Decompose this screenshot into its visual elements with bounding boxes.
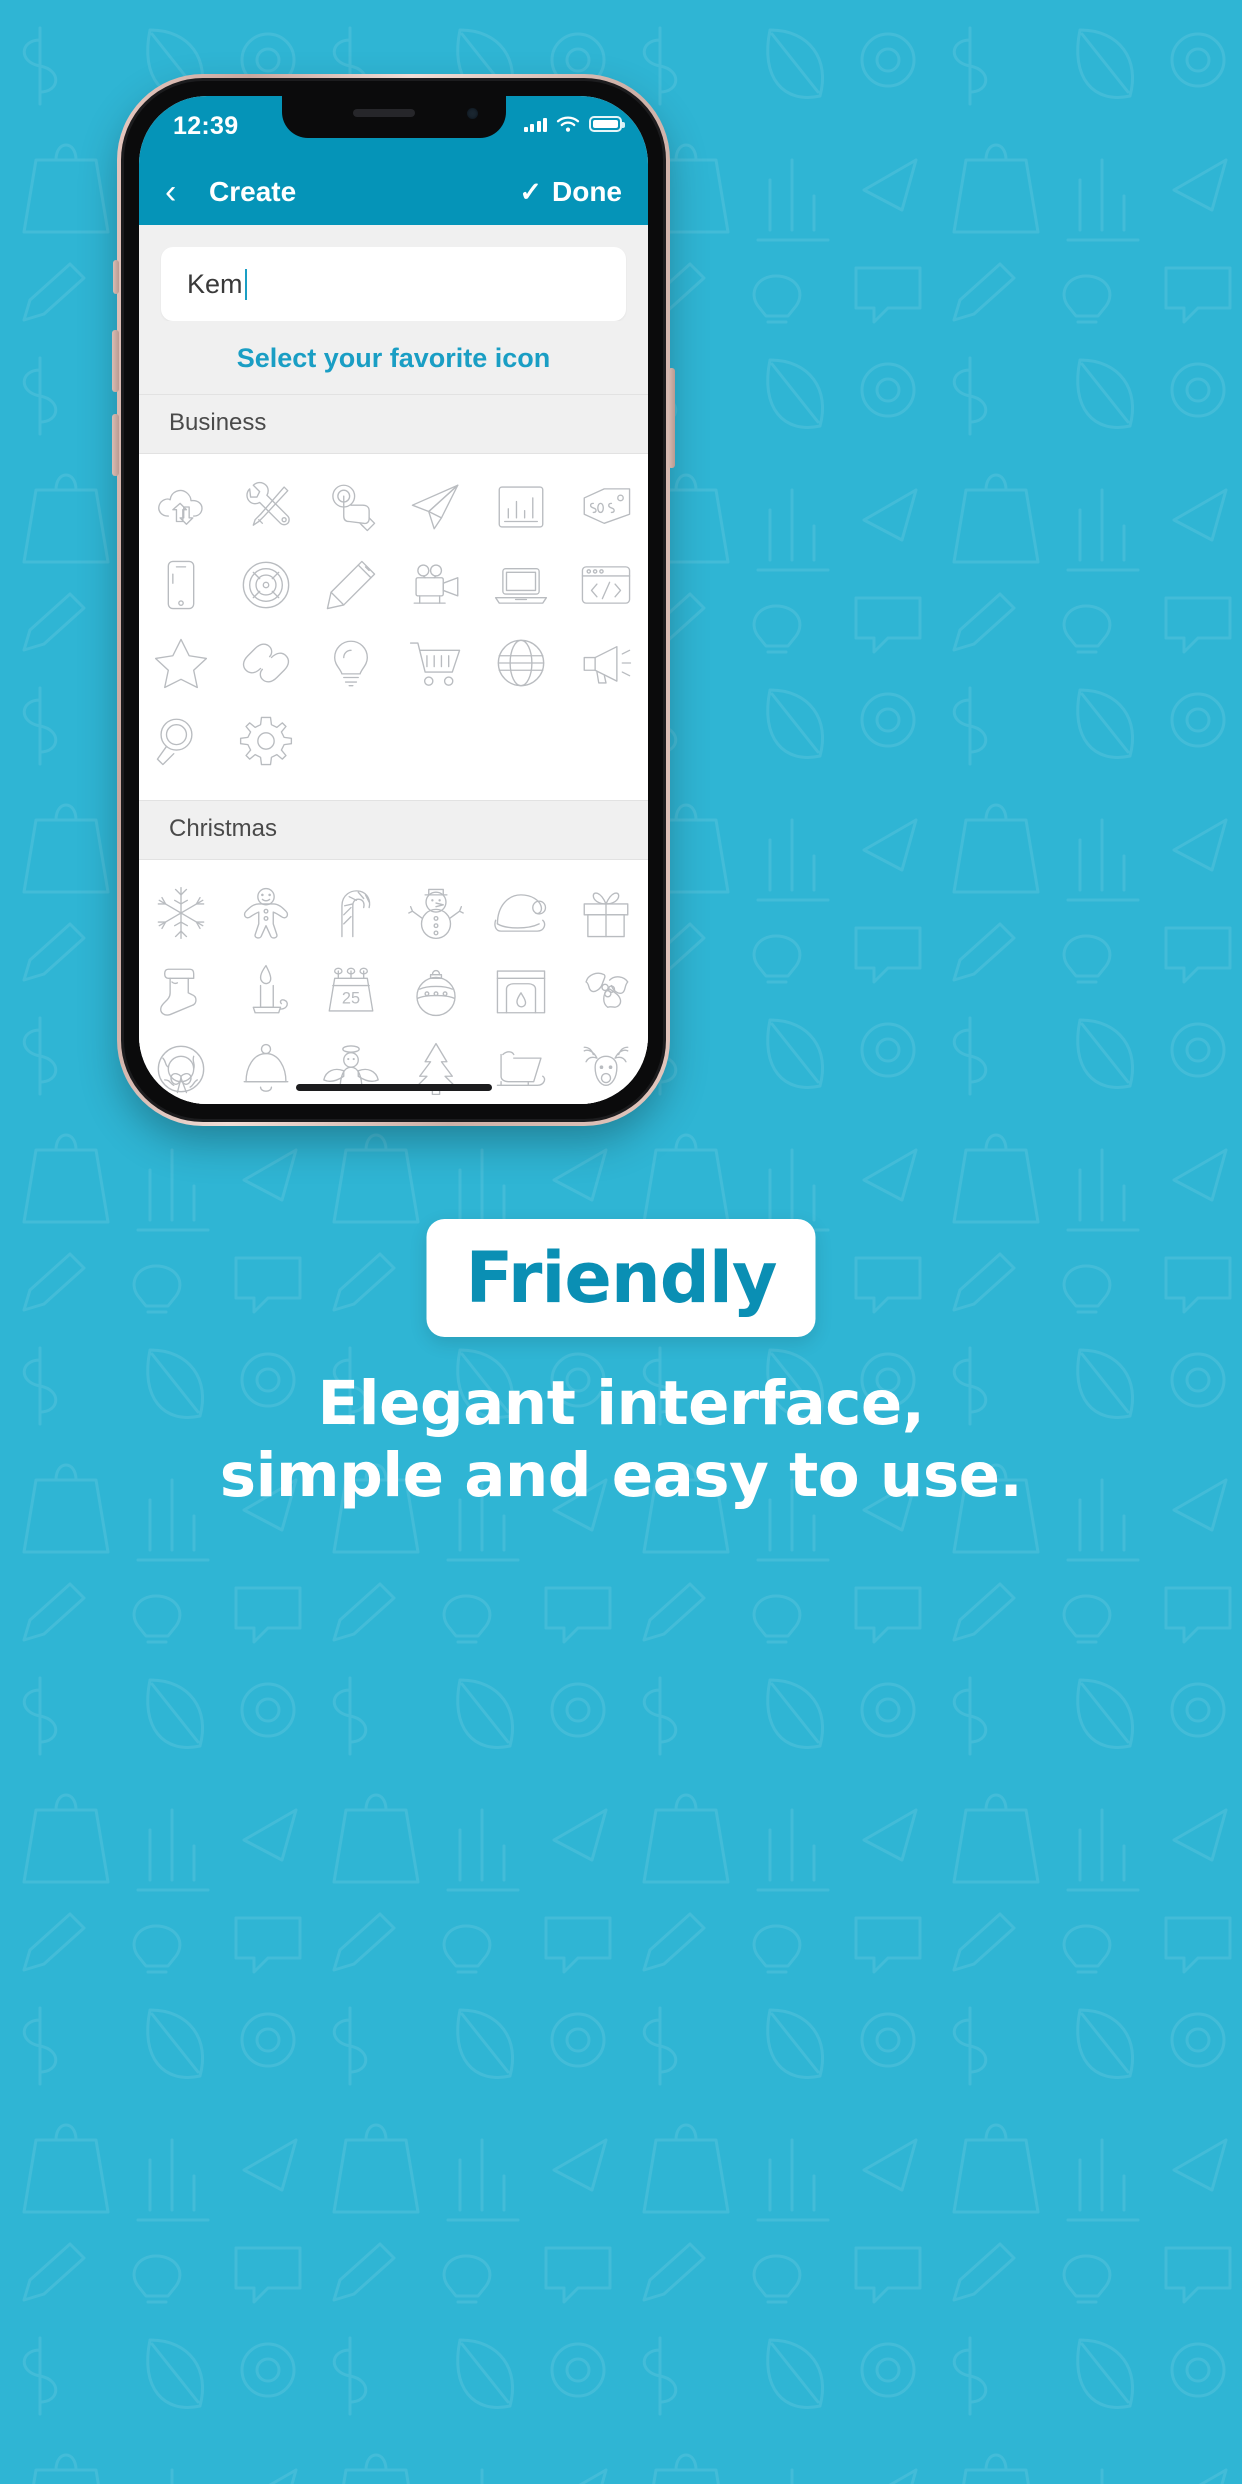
- icon-price-tag-seo-icon[interactable]: [564, 468, 648, 546]
- icon-gear-icon[interactable]: [224, 702, 308, 780]
- icon-globe-icon[interactable]: [479, 624, 563, 702]
- notch: [281, 96, 506, 138]
- icon-cloud-sync-icon[interactable]: [139, 468, 223, 546]
- icon-candle-icon[interactable]: [224, 952, 308, 1030]
- icon-smartphone-icon[interactable]: [139, 546, 223, 624]
- icon-gift-box-icon[interactable]: [564, 874, 648, 952]
- icon-laptop-icon[interactable]: [479, 546, 563, 624]
- section-header-christmas: Christmas: [139, 800, 648, 860]
- icon-tap-hand-icon[interactable]: [309, 468, 393, 546]
- icon-video-camera-icon[interactable]: [394, 546, 478, 624]
- back-button[interactable]: ‹: [165, 175, 195, 209]
- icon-empty-slot: [394, 702, 478, 780]
- icon-reindeer-icon[interactable]: [564, 1030, 648, 1104]
- icon-calendar-25-icon[interactable]: 25: [309, 952, 393, 1030]
- icon-row: [139, 874, 648, 952]
- icon-lightbulb-icon[interactable]: [309, 624, 393, 702]
- icon-row: [139, 468, 648, 546]
- content-area[interactable]: Kem Select your favorite icon Business C…: [139, 225, 648, 1104]
- volume-up-button[interactable]: [112, 330, 119, 392]
- icon-pencil-icon[interactable]: [309, 546, 393, 624]
- done-button-label: Done: [552, 176, 622, 207]
- phone-screen: 12:39 ‹ Create ✓ Done Kem Select your fa…: [139, 96, 648, 1104]
- signal-bars-icon: [523, 117, 547, 132]
- icon-grid-christmas: 25: [139, 860, 648, 1104]
- front-camera: [466, 108, 478, 119]
- tagline: Elegant interface, simple and easy to us…: [0, 1368, 1242, 1512]
- icon-vinyl-record-icon[interactable]: [224, 546, 308, 624]
- icon-grid-business: [139, 454, 648, 800]
- icon-row: 25: [139, 952, 648, 1030]
- tagline-line-1: Elegant interface,: [317, 1368, 925, 1439]
- checkmark-icon: ✓: [519, 176, 542, 207]
- icon-code-window-icon[interactable]: [564, 546, 648, 624]
- friendly-badge: Friendly: [426, 1219, 816, 1337]
- icon-row: [139, 546, 648, 624]
- tagline-line-2: simple and easy to use.: [219, 1439, 1023, 1511]
- name-input-value: Kem: [187, 268, 243, 299]
- icon-empty-slot: [479, 702, 563, 780]
- earpiece-speaker: [352, 109, 415, 117]
- done-button[interactable]: ✓ Done: [519, 176, 622, 208]
- svg-text:25: 25: [342, 990, 360, 1008]
- icon-shopping-cart-icon[interactable]: [394, 624, 478, 702]
- icon-sleigh-icon[interactable]: [479, 1030, 563, 1104]
- battery-icon: [589, 116, 625, 132]
- icon-wreath-icon[interactable]: [139, 1030, 223, 1104]
- status-bar: 12:39: [139, 96, 648, 159]
- icon-fireplace-icon[interactable]: [479, 952, 563, 1030]
- text-caret: [244, 268, 248, 300]
- badge-label: Friendly: [465, 1237, 778, 1319]
- name-input[interactable]: Kem: [161, 247, 626, 321]
- home-indicator[interactable]: [295, 1084, 492, 1091]
- icon-angel-icon[interactable]: [309, 1030, 393, 1104]
- icon-bell-icon[interactable]: [224, 1030, 308, 1104]
- icon-bar-chart-icon[interactable]: [479, 468, 563, 546]
- volume-down-button[interactable]: [112, 414, 119, 476]
- icon-santa-hat-icon[interactable]: [479, 874, 563, 952]
- icon-paper-plane-icon[interactable]: [394, 468, 478, 546]
- wifi-icon: [556, 116, 580, 132]
- page-title: Create: [209, 176, 297, 207]
- icon-row: [139, 702, 648, 780]
- icon-megaphone-icon[interactable]: [564, 624, 648, 702]
- icon-gingerbread-man-icon[interactable]: [224, 874, 308, 952]
- icon-star-icon[interactable]: [139, 624, 223, 702]
- icon-row: [139, 1030, 648, 1104]
- icon-stocking-icon[interactable]: [139, 952, 223, 1030]
- select-icon-hint: Select your favorite icon: [139, 321, 648, 394]
- power-button[interactable]: [668, 368, 675, 468]
- icon-wrench-screwdriver-icon[interactable]: [224, 468, 308, 546]
- icon-row: [139, 624, 648, 702]
- section-header-business: Business: [139, 394, 648, 454]
- icon-bauble-icon[interactable]: [394, 952, 478, 1030]
- icon-snowman-icon[interactable]: [394, 874, 478, 952]
- icon-holly-icon[interactable]: [564, 952, 648, 1030]
- navigation-bar: ‹ Create ✓ Done: [139, 159, 648, 225]
- icon-snowflake-icon[interactable]: [139, 874, 223, 952]
- name-field-wrapper: Kem: [139, 225, 648, 321]
- icon-link-chain-icon[interactable]: [224, 624, 308, 702]
- icon-christmas-tree-icon[interactable]: [394, 1030, 478, 1104]
- status-bar-indicators: [523, 115, 625, 133]
- phone-frame: 12:39 ‹ Create ✓ Done Kem Select your fa…: [121, 78, 666, 1122]
- mute-switch[interactable]: [113, 260, 119, 294]
- icon-candy-cane-icon[interactable]: [309, 874, 393, 952]
- status-bar-time: 12:39: [173, 112, 239, 140]
- icon-empty-slot: [564, 702, 648, 780]
- icon-empty-slot: [309, 702, 393, 780]
- icon-magnifier-icon[interactable]: [139, 702, 223, 780]
- phone-mockup: 12:39 ‹ Create ✓ Done Kem Select your fa…: [112, 74, 675, 1126]
